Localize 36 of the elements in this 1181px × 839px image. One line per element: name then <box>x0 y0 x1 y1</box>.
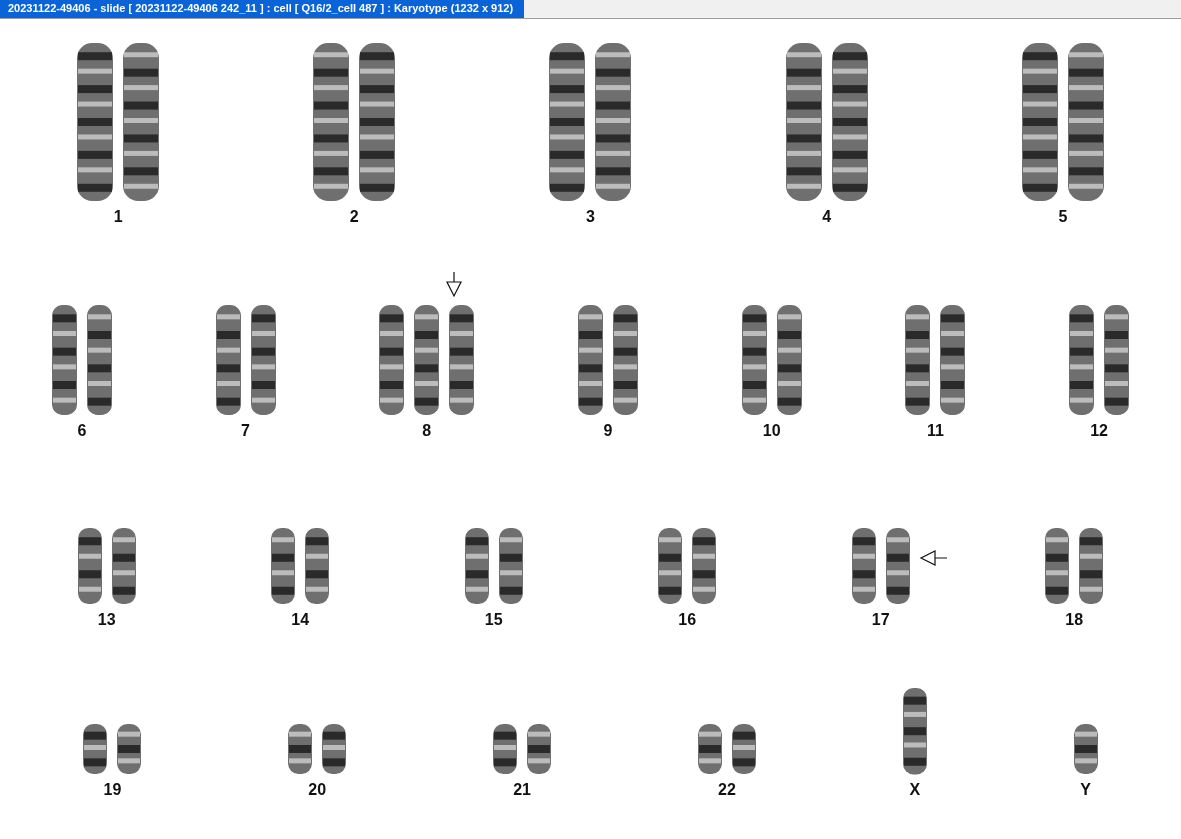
chromosome-number: 16 <box>678 611 697 629</box>
chromosome-number: 11 <box>926 422 944 440</box>
chromosome-drawing <box>526 723 553 775</box>
chromosome-number: 4 <box>822 208 832 226</box>
chromosome-number: 20 <box>308 781 327 799</box>
chromosome-number: X <box>909 781 921 799</box>
chromosome-number: 22 <box>718 781 736 799</box>
chromosome-number: 19 <box>103 781 122 799</box>
chromosome-number: 12 <box>1090 422 1108 440</box>
chromosome-number: 5 <box>1058 208 1068 226</box>
chromosome-number: Y <box>1080 781 1091 799</box>
chromosome-number: 21 <box>513 781 531 799</box>
chromosome-number: 14 <box>291 611 310 629</box>
chromosome-number: 6 <box>77 422 87 440</box>
chromosome-number: 8 <box>422 422 432 440</box>
chromosome-number: 9 <box>603 422 613 440</box>
arrow-icon <box>918 549 947 567</box>
chromosome-drawing <box>492 723 519 775</box>
arrow-icon <box>445 272 464 298</box>
chromosome-drawing <box>287 723 314 775</box>
chromosome-number: 10 <box>762 422 781 440</box>
chromosome-number: 18 <box>1065 611 1084 629</box>
chromosome-number: 1 <box>113 208 123 226</box>
chromosome-number: 15 <box>484 611 503 629</box>
chromosome-number: 2 <box>349 208 359 226</box>
chromosome-drawing <box>1072 723 1099 775</box>
chromosome-drawing <box>696 723 723 775</box>
chromosome-drawing <box>82 723 109 775</box>
chromosome-number: 7 <box>241 422 250 440</box>
chromosome-number: 17 <box>871 611 890 629</box>
chromosome-number: 3 <box>586 208 595 226</box>
chromosome-drawing <box>730 723 757 775</box>
chromosome-number: 13 <box>97 611 116 629</box>
chromosome-drawing <box>116 723 143 775</box>
window-title: 20231122-49406 - slide [ 20231122-49406 242_11 ] : cell [ Q16/2_cell 487 ] : Karyotype (1232 x 912) <box>0 0 525 18</box>
chromosome-drawing <box>321 723 348 775</box>
